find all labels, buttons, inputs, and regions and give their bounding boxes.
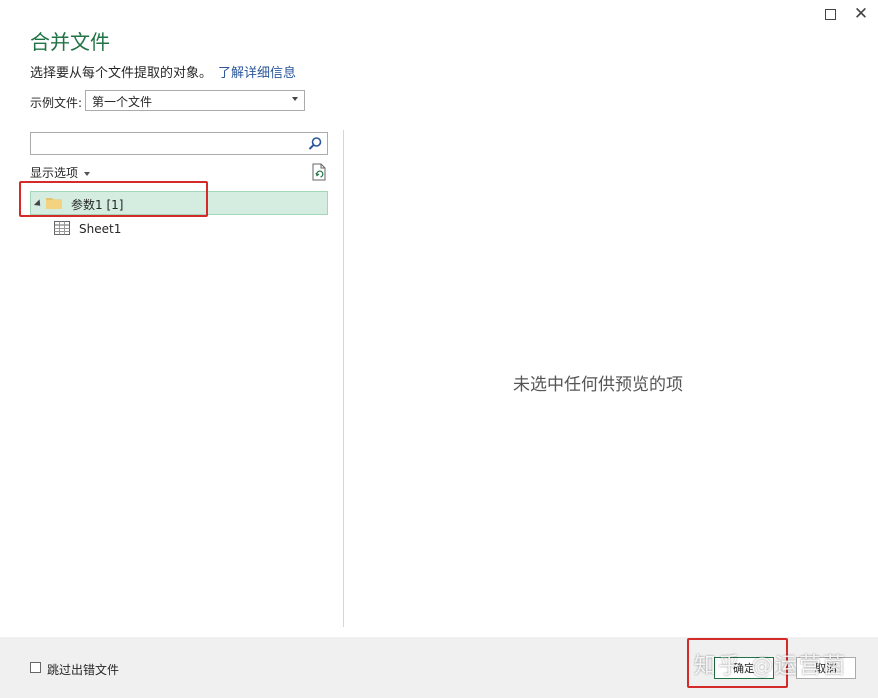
sample-file-selected: 第一个文件: [92, 95, 153, 109]
description-text: 选择要从每个文件提取的对象。: [30, 66, 213, 81]
skip-errors-label[interactable]: 跳过出错文件: [47, 661, 119, 678]
sample-file-label: 示例文件:: [30, 96, 83, 110]
dropdown-caret-icon: [84, 171, 91, 176]
watermark: 知乎 @运营菌: [694, 654, 847, 679]
skip-errors-checkbox[interactable]: [30, 662, 41, 673]
maximize-icon: [824, 8, 836, 20]
search-input[interactable]: [30, 132, 328, 155]
sample-file-dropdown[interactable]: 第一个文件: [85, 90, 305, 111]
table-sheet-icon: [54, 221, 70, 235]
tree-item-sheet1[interactable]: Sheet1: [79, 222, 121, 236]
close-icon: ✕: [853, 4, 869, 24]
refresh-icon[interactable]: [311, 163, 327, 181]
maximize-button[interactable]: [820, 4, 840, 24]
chevron-down-icon: [292, 97, 298, 101]
search-icon[interactable]: [307, 136, 323, 152]
dialog-title: 合并文件: [30, 30, 110, 54]
close-button[interactable]: ✕: [851, 4, 871, 24]
display-options-label: 显示选项: [30, 166, 79, 180]
preview-empty-message: 未选中任何供预览的项: [513, 375, 683, 395]
learn-more-link[interactable]: 了解详细信息: [218, 66, 296, 81]
display-options-menu[interactable]: 显示选项: [30, 164, 91, 181]
dialog-description: 选择要从每个文件提取的对象。 了解详细信息: [30, 62, 296, 81]
highlight-annotation: [19, 181, 208, 217]
pane-divider[interactable]: [343, 130, 344, 627]
